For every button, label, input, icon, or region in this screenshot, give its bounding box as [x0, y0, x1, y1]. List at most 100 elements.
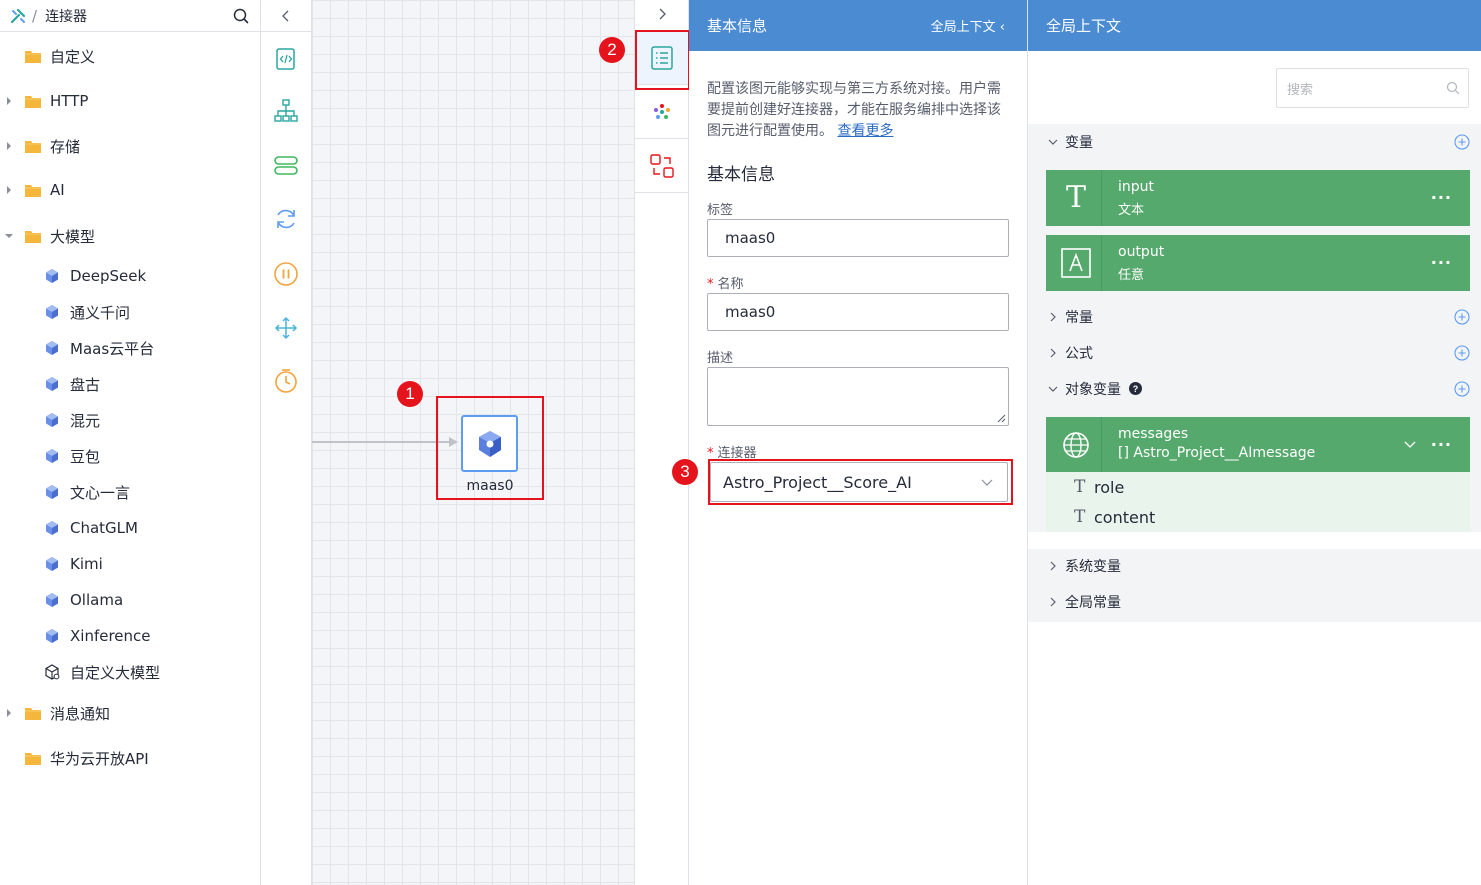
caret-right-icon[interactable]	[5, 186, 13, 194]
swap-mapping-icon	[650, 154, 674, 178]
folder-icon	[25, 140, 41, 153]
label-input[interactable]: maas0	[707, 219, 1009, 257]
marker-1: 1	[397, 381, 423, 407]
add-formula-icon[interactable]	[1454, 345, 1470, 361]
global-context-toggle[interactable]: 全局上下文 ‹	[931, 16, 1005, 35]
tree-item-label: 通义千问	[70, 303, 131, 322]
name-input[interactable]: maas0	[707, 293, 1009, 331]
expand-button[interactable]	[635, 0, 689, 28]
chevron-right-icon	[1050, 348, 1056, 358]
caret-right-icon[interactable]	[5, 142, 13, 150]
folder-icon	[25, 230, 41, 243]
model-cube-icon	[46, 269, 58, 283]
tree-folder-label: 消息通知	[50, 704, 111, 723]
learn-more-link[interactable]: 查看更多	[837, 123, 893, 139]
group-constants[interactable]: 常量	[1028, 302, 1481, 332]
caret-right-icon[interactable]	[5, 709, 13, 717]
object-field-role[interactable]: T role	[1046, 472, 1470, 502]
chevron-down-icon[interactable]	[1404, 439, 1416, 449]
tree-folder-label: HTTP	[50, 92, 89, 110]
context-search-input[interactable]: 搜索	[1276, 68, 1469, 108]
folder-icon	[25, 752, 41, 765]
description-textarea[interactable]	[707, 367, 1009, 426]
folder-icon	[25, 95, 41, 108]
folder-icon	[25, 50, 41, 63]
search-icon[interactable]	[232, 7, 250, 25]
globe-icon	[1063, 432, 1089, 458]
global-context-link[interactable]: 全局上下文	[931, 20, 996, 35]
chevron-left-small-icon: ‹	[999, 20, 1005, 35]
group-label: 变量	[1065, 135, 1093, 151]
help-icon[interactable]: ?	[1129, 382, 1142, 395]
caret-right-icon[interactable]	[5, 97, 13, 105]
tree-item-label: 文心一言	[70, 483, 131, 502]
group-object-variables[interactable]: 对象变量 ?	[1028, 374, 1481, 404]
tree-item-label: 豆包	[70, 447, 101, 466]
any-type-icon	[1061, 248, 1091, 278]
connector-edge[interactable]	[312, 441, 452, 443]
divider	[1101, 235, 1102, 291]
pause-icon[interactable]	[273, 261, 299, 287]
object-field-content[interactable]: T content	[1046, 502, 1470, 532]
model-cube-icon	[46, 413, 58, 427]
variable-output[interactable]: output 任意 ···	[1046, 235, 1470, 291]
global-context-header: 全局上下文	[1028, 0, 1481, 51]
field-name: role	[1094, 477, 1125, 497]
tree-folder-label: 存储	[50, 137, 81, 156]
breadcrumb: 连接器	[45, 8, 88, 25]
caret-down-icon[interactable]	[5, 232, 13, 240]
divider	[1101, 170, 1102, 226]
chevron-right-icon	[1050, 312, 1056, 322]
object-variable-messages[interactable]: messages [] Astro_Project__AImessage ···	[1046, 417, 1470, 473]
model-cube-icon	[46, 485, 58, 499]
section-title: 基本信息	[707, 165, 775, 185]
connector-tree-panel: / 连接器 自定义 HTTP 存储 AI 大模型 DeepSeek 通义千问 Maas云平台盘…	[0, 0, 261, 885]
text-type-icon: T	[1074, 477, 1086, 497]
text-type-icon: T	[1065, 180, 1086, 215]
more-icon[interactable]: ···	[1431, 435, 1452, 454]
flow-tree-icon[interactable]	[273, 98, 299, 124]
label-field-label: 标签	[707, 203, 734, 218]
variable-type: 任意	[1118, 268, 1145, 283]
group-system-variables[interactable]: 系统变量	[1028, 551, 1481, 581]
highlight-connector-select	[708, 459, 1013, 505]
add-object-variable-icon[interactable]	[1454, 381, 1470, 397]
resize-handle-icon[interactable]	[996, 413, 1006, 423]
model-cube-icon	[46, 629, 58, 643]
group-variables[interactable]: 变量	[1028, 127, 1481, 157]
chevron-left-icon	[282, 10, 289, 21]
group-label: 公式	[1065, 346, 1093, 362]
tools-icon	[10, 8, 26, 23]
timer-icon[interactable]	[273, 368, 299, 394]
model-cube-icon	[46, 593, 58, 607]
collapse-left-button[interactable]	[261, 0, 311, 32]
global-context-title: 全局上下文	[1046, 17, 1122, 35]
property-tab-strip	[634, 0, 689, 885]
add-variable-icon[interactable]	[1454, 134, 1470, 150]
variable-name: messages	[1118, 426, 1189, 442]
panel-title: 基本信息	[707, 17, 768, 35]
chevron-right-icon	[1050, 561, 1056, 571]
script-icon[interactable]	[273, 46, 299, 72]
add-constant-icon[interactable]	[1454, 309, 1470, 325]
highlight-tab	[635, 30, 690, 90]
more-icon[interactable]: ···	[1431, 253, 1452, 272]
tree-item-label: Maas云平台	[70, 339, 155, 358]
parallel-icon[interactable]	[273, 315, 299, 341]
variable-type: [] Astro_Project__AImessage	[1118, 445, 1316, 461]
variable-input[interactable]: T input 文本 ···	[1046, 170, 1470, 226]
chevron-down-icon	[1048, 139, 1058, 145]
model-cube-icon	[46, 341, 58, 355]
group-formulas[interactable]: 公式	[1028, 338, 1481, 368]
tab-mapping[interactable]	[635, 140, 689, 193]
tab-flow-settings[interactable]	[635, 86, 689, 139]
folder-icon	[25, 707, 41, 720]
global-context-panel: 全局上下文 搜索 变量 T input 文本 ··· output 任意 ···…	[1028, 0, 1481, 885]
more-icon[interactable]: ···	[1431, 188, 1452, 207]
loop-icon[interactable]	[273, 206, 299, 232]
group-global-constants[interactable]: 全局常量	[1028, 587, 1481, 617]
divider	[1101, 417, 1102, 473]
data-store-icon[interactable]	[273, 152, 299, 178]
search-icon	[1446, 81, 1460, 95]
highlight-node	[436, 396, 544, 500]
